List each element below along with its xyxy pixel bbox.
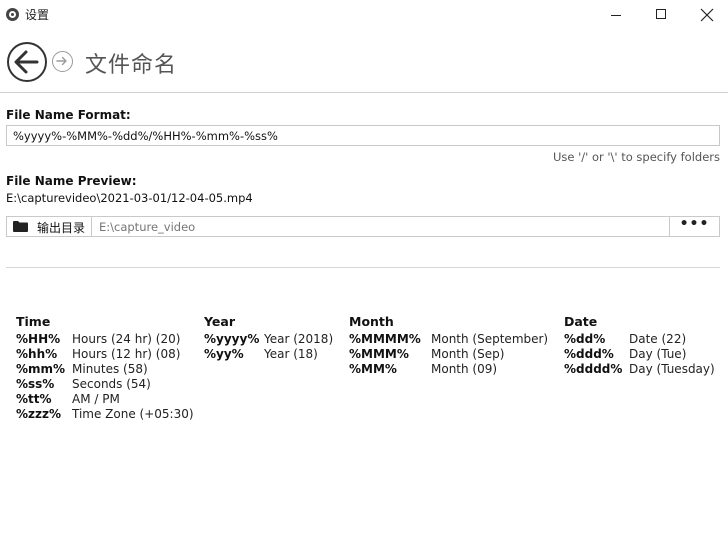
output-directory-row: 输出目录 •••	[6, 216, 720, 237]
section-divider	[6, 267, 720, 268]
legend-code: %dd%	[564, 332, 606, 346]
legend-row: %tt% AM / PM	[16, 392, 194, 407]
legend-description: Time Zone (+05:30)	[72, 407, 194, 421]
legend-year-heading: Year	[204, 314, 235, 329]
legend-description: Month (September)	[431, 332, 549, 346]
legend-row: %mm% Minutes (58)	[16, 362, 194, 377]
maximize-icon	[656, 9, 666, 19]
legend-row: %hh% Hours (12 hr) (08)	[16, 347, 194, 362]
legend-row: %MMM% Month (Sep)	[349, 347, 548, 362]
header-divider	[0, 92, 728, 93]
legend-code: %MMM%	[349, 347, 409, 361]
app-logo-icon	[6, 8, 19, 21]
forward-button[interactable]	[52, 51, 73, 72]
legend-time-heading: Time	[16, 314, 51, 329]
legend-code: %MMMM%	[349, 332, 421, 346]
legend-code: %zzz%	[16, 407, 61, 421]
back-button[interactable]	[7, 42, 47, 82]
legend-row: %yy% Year (18)	[204, 347, 333, 362]
legend-description: Year (2018)	[264, 332, 334, 346]
format-input[interactable]	[6, 125, 720, 146]
legend-month-column: Month %MMMM% Month (September) %MMM% Month (…	[349, 314, 548, 377]
legend-row: %ddd% Day (Tue)	[564, 347, 715, 362]
title-bar: 设置	[0, 0, 728, 30]
legend-row: %dd% Date (22)	[564, 332, 715, 347]
folder-hint: Use '/' or '\' to specify folders	[552, 150, 720, 164]
legend-row: %yyyy% Year (2018)	[204, 332, 333, 347]
legend-row: %ss% Seconds (54)	[16, 377, 194, 392]
legend-code: %yyyy%	[204, 332, 260, 346]
legend-description: Day (Tuesday)	[629, 362, 715, 376]
legend-description: Day (Tue)	[629, 347, 687, 361]
legend-description: Date (22)	[629, 332, 687, 346]
legend-date-heading: Date	[564, 314, 598, 329]
legend-code: %dddd%	[564, 362, 623, 376]
arrow-left-icon	[14, 50, 39, 74]
legend-description: AM / PM	[72, 392, 120, 406]
legend-description: Seconds (54)	[72, 377, 151, 391]
legend-row: %zzz% Time Zone (+05:30)	[16, 407, 194, 422]
legend-row: %MM% Month (09)	[349, 362, 548, 377]
legend-code: %ss%	[16, 377, 55, 391]
legend-date-column: Date %dd% Date (22) %ddd% Day (Tue) %dddd% Day…	[564, 314, 715, 377]
close-button[interactable]	[684, 0, 728, 30]
page-title: 文件命名	[85, 53, 178, 78]
legend-row: %dddd% Day (Tuesday)	[564, 362, 715, 377]
output-directory-label: 输出目录	[37, 221, 86, 235]
preview-value: E:\capturevideo\2021-03-01/12-04-05.mp4	[6, 191, 253, 205]
legend-row: %MMMM% Month (September)	[349, 332, 548, 347]
more-options-button[interactable]: •••	[669, 217, 719, 236]
minimize-icon	[611, 15, 621, 16]
legend-description: Month (Sep)	[431, 347, 505, 361]
legend-time-column: Time %HH% Hours (24 hr) (20) %hh% Hours (12 …	[16, 314, 194, 422]
legend-month-heading: Month	[349, 314, 394, 329]
window-title: 设置	[25, 8, 50, 22]
output-directory-button[interactable]: 输出目录	[7, 217, 92, 236]
legend-code: %hh%	[16, 347, 58, 361]
maximize-button[interactable]	[638, 0, 684, 30]
legend-code: %ddd%	[564, 347, 614, 361]
legend-description: Year (18)	[264, 347, 318, 361]
output-path-input[interactable]	[93, 217, 670, 236]
legend-code: %tt%	[16, 392, 52, 406]
legend-description: Month (09)	[431, 362, 498, 376]
legend-row: %HH% Hours (24 hr) (20)	[16, 332, 194, 347]
preview-label: File Name Preview:	[6, 174, 137, 188]
minimize-button[interactable]	[593, 0, 639, 30]
legend-code: %HH%	[16, 332, 61, 346]
legend-code: %yy%	[204, 347, 244, 361]
legend-year-column: Year %yyyy% Year (2018) %yy% Year (18)	[204, 314, 333, 362]
close-icon	[700, 7, 714, 22]
legend-description: Minutes (58)	[72, 362, 148, 376]
legend-description: Hours (12 hr) (08)	[72, 347, 181, 361]
legend-code: %mm%	[16, 362, 66, 376]
format-label: File Name Format:	[6, 108, 131, 122]
legend-description: Hours (24 hr) (20)	[72, 332, 181, 346]
legend-code: %MM%	[349, 362, 397, 376]
arrow-right-icon	[56, 56, 67, 66]
folder-icon	[13, 221, 28, 232]
